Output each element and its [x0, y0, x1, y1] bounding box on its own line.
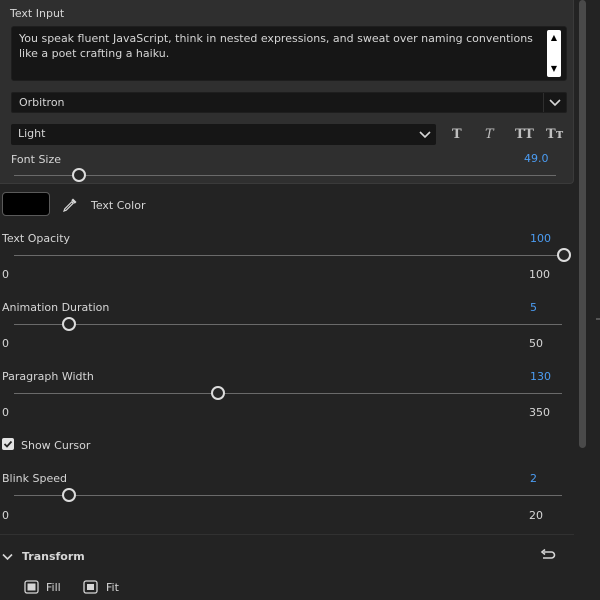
italic-style-button[interactable]: T [485, 127, 494, 142]
text-color-label: Text Color [91, 199, 146, 212]
text-opacity-min: 0 [2, 268, 9, 281]
paragraph-width-label: Paragraph Width [2, 370, 94, 383]
text-input-area[interactable]: You speak fluent JavaScript, think in ne… [11, 26, 567, 81]
text-color-swatch[interactable] [2, 192, 50, 216]
paragraph-width-value[interactable]: 130 [530, 370, 551, 383]
fit-icon[interactable] [83, 580, 98, 597]
bold-style-button[interactable]: T [452, 127, 462, 142]
text-opacity-label: Text Opacity [2, 232, 71, 245]
blink-speed-max: 20 [529, 509, 543, 522]
blink-speed-min: 0 [2, 509, 9, 522]
eyedropper-icon[interactable] [62, 197, 78, 216]
edge-divider [596, 318, 600, 320]
text-opacity-slider-track[interactable] [14, 255, 564, 256]
text-opacity-max: 100 [529, 268, 550, 281]
text-opacity-slider-thumb[interactable] [557, 248, 571, 262]
font-size-slider-track[interactable] [14, 175, 556, 176]
paragraph-width-slider-track[interactable] [14, 393, 562, 394]
font-weight-value: Light [18, 127, 46, 140]
animation-duration-value[interactable]: 5 [530, 301, 537, 314]
animation-duration-slider-thumb[interactable] [61, 317, 76, 331]
show-cursor-checkbox[interactable] [2, 438, 14, 450]
panel-scrollbar[interactable] [578, 0, 588, 600]
transform-section-title[interactable]: Transform [22, 550, 85, 563]
font-size-label: Font Size [11, 153, 62, 166]
text-input-line-2: like a poet crafting a haiku. [19, 47, 170, 60]
text-input-line-1: You speak fluent JavaScript, think in ne… [19, 32, 533, 45]
paragraph-width-slider-thumb[interactable] [210, 386, 225, 400]
chevron-down-icon[interactable] [414, 124, 436, 145]
panel-scrollbar-thumb[interactable] [579, 0, 586, 448]
chevron-down-icon[interactable] [544, 93, 566, 112]
show-cursor-label: Show Cursor [21, 439, 91, 452]
font-size-value[interactable]: 49.0 [524, 152, 549, 165]
transform-collapse-chevron-icon[interactable] [2, 551, 13, 564]
font-family-value: Orbitron [19, 96, 65, 109]
small-caps-style-button[interactable]: Tт [546, 127, 564, 142]
text-input-value[interactable]: You speak fluent JavaScript, think in ne… [19, 31, 539, 61]
paragraph-width-max: 350 [529, 406, 550, 419]
animation-duration-min: 0 [2, 337, 9, 350]
animation-duration-max: 50 [529, 337, 543, 350]
animation-duration-slider-track[interactable] [14, 324, 562, 325]
blink-speed-slider-thumb[interactable] [61, 488, 76, 502]
checkmark-icon [3, 440, 13, 448]
blink-speed-slider-track[interactable] [14, 495, 562, 496]
text-input-label: Text Input [10, 7, 65, 20]
font-family-select[interactable]: Orbitron [11, 92, 567, 113]
scroll-down-icon[interactable]: ▼ [547, 62, 561, 76]
reset-icon[interactable] [540, 548, 556, 565]
text-input-scrollbar[interactable]: ▲ ▼ [547, 30, 561, 77]
all-caps-style-button[interactable]: TT [515, 127, 534, 142]
font-size-slider-thumb[interactable] [72, 168, 87, 182]
section-divider [0, 534, 574, 535]
scroll-up-icon[interactable]: ▲ [547, 31, 561, 45]
paragraph-width-min: 0 [2, 406, 9, 419]
fit-label[interactable]: Fit [106, 581, 119, 594]
animation-duration-label: Animation Duration [2, 301, 110, 314]
text-opacity-value[interactable]: 100 [530, 232, 551, 245]
font-weight-select[interactable]: Light [11, 124, 436, 145]
blink-speed-label: Blink Speed [2, 472, 67, 485]
blink-speed-value[interactable]: 2 [530, 472, 537, 485]
fill-icon[interactable] [24, 580, 39, 597]
fill-label[interactable]: Fill [46, 581, 61, 594]
